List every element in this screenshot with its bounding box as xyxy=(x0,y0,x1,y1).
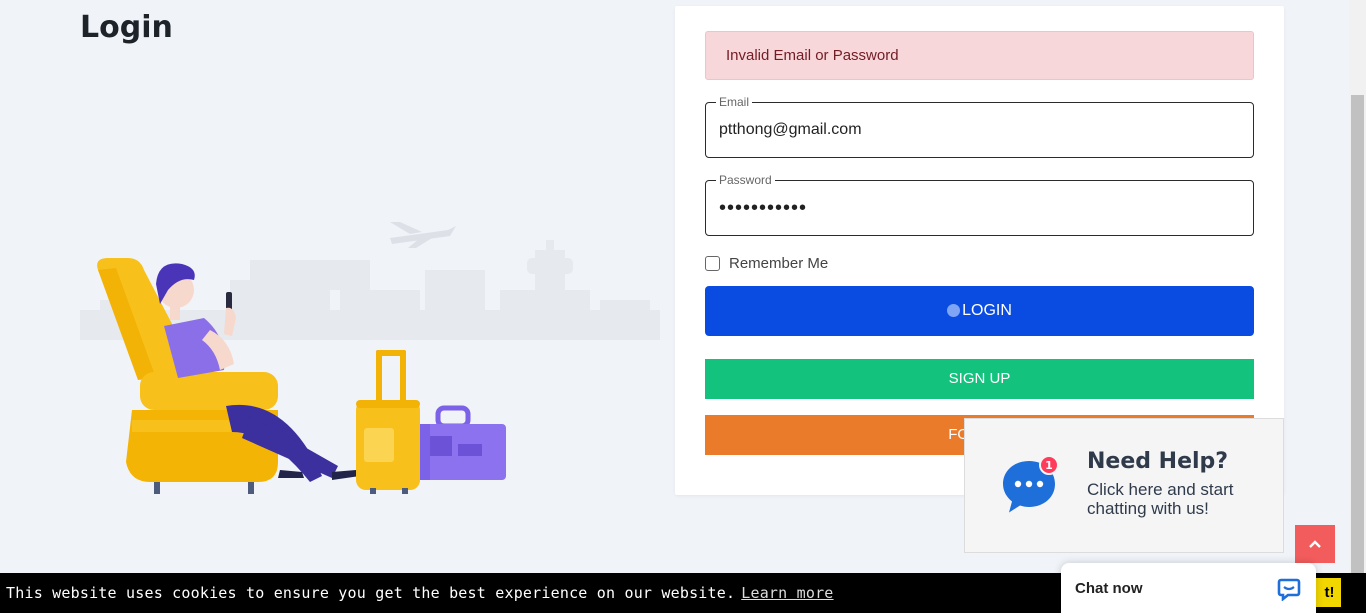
chevron-up-icon xyxy=(1309,540,1321,548)
cookie-message: This website uses cookies to ensure you … xyxy=(6,584,736,602)
error-alert: Invalid Email or Password xyxy=(705,31,1254,80)
loading-spinner-icon xyxy=(947,304,961,317)
email-input[interactable] xyxy=(719,103,1239,157)
help-chat-widget[interactable]: 1 Need Help? Click here and start chatti… xyxy=(964,418,1284,553)
password-input[interactable] xyxy=(719,181,1239,235)
password-field[interactable]: Password xyxy=(705,172,1254,236)
scrollbar-thumb[interactable] xyxy=(1351,95,1364,573)
login-button[interactable]: LOGIN xyxy=(705,286,1254,336)
notification-badge: 1 xyxy=(1045,459,1053,472)
remember-me-checkbox[interactable] xyxy=(705,255,720,271)
signup-button-label: SIGN UP xyxy=(948,370,1011,387)
signup-button[interactable]: SIGN UP xyxy=(705,359,1254,399)
scroll-to-top-button[interactable] xyxy=(1295,525,1335,563)
remember-me[interactable]: Remember Me xyxy=(705,254,829,272)
remember-me-label: Remember Me xyxy=(729,254,829,272)
email-field[interactable]: Email xyxy=(705,94,1254,158)
help-subtitle: Click here and start chatting with us! xyxy=(1087,480,1234,518)
chat-bubble-icon: 1 xyxy=(1003,455,1065,522)
chat-now-label: Chat now xyxy=(1075,580,1143,597)
page-title: Login xyxy=(80,10,173,45)
help-title: Need Help? xyxy=(1087,449,1229,474)
login-button-label: LOGIN xyxy=(962,302,1012,319)
traveler-illustration xyxy=(80,210,660,510)
chat-now-tab[interactable]: Chat now xyxy=(1061,563,1316,613)
learn-more-link[interactable]: Learn more xyxy=(741,584,833,602)
chat-icon xyxy=(1277,577,1301,606)
